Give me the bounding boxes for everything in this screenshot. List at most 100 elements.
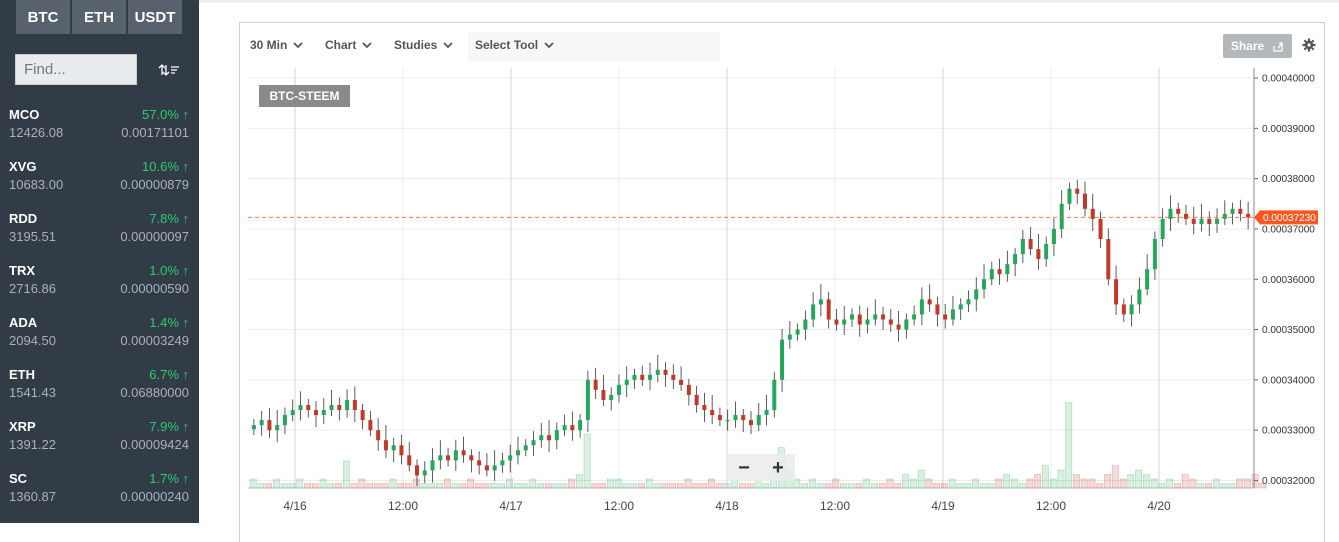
top-border (199, 0, 1339, 3)
volume-bar (350, 483, 358, 489)
coin-name: XRP (9, 419, 36, 434)
volume-bar (855, 483, 863, 489)
candle-body (881, 314, 886, 320)
volume-bar (638, 483, 645, 489)
volume-bar (956, 483, 964, 489)
candle-body (438, 455, 443, 461)
list-item[interactable]: ETH 1541.43 6.7% ↑ 0.06880000 (0, 367, 199, 419)
candle-body (1013, 254, 1018, 265)
candle-body (1059, 203, 1064, 229)
volume-bar (1174, 483, 1181, 489)
coin-name: TRX (9, 263, 35, 278)
list-item[interactable]: MCO 12426.08 57.0% ↑ 0.00171101 (0, 107, 199, 159)
volume-bar (979, 483, 987, 489)
volume-bar (739, 483, 746, 489)
candle-body (888, 319, 893, 325)
coin-price: 0.00003249 (120, 333, 189, 348)
volume-bar (381, 483, 389, 489)
candle-body (624, 379, 629, 385)
share-icon (1273, 41, 1283, 52)
market-sidebar: BTC ETH USDT MCO 12426.08 57.0% ↑ 0.0017110… (0, 0, 199, 523)
coin-name: RDD (9, 211, 38, 226)
list-item[interactable]: TRX 2716.86 1.0% ↑ 0.00000590 (0, 263, 199, 315)
tab-btc[interactable]: BTC (16, 0, 70, 34)
volume-bar (1142, 474, 1150, 489)
volume-bar (1243, 478, 1251, 489)
candle-body (321, 410, 326, 416)
candle-body (904, 319, 909, 330)
interval-dropdown[interactable]: 30 Min (250, 38, 303, 52)
candle-body (259, 420, 264, 426)
volume-bar (296, 478, 304, 489)
candle-body (531, 440, 536, 446)
volume-bar (249, 478, 257, 489)
candle-body (648, 374, 653, 380)
volume-bar (707, 478, 715, 489)
sort-icon[interactable] (158, 62, 180, 78)
tab-usdt[interactable]: USDT (128, 0, 182, 34)
tab-eth[interactable]: ETH (72, 0, 126, 34)
list-item[interactable]: SC 1360.87 1.7% ↑ 0.00000240 (0, 471, 199, 523)
volume-bar (1150, 478, 1158, 489)
chart-type-dropdown[interactable]: Chart (325, 38, 372, 52)
coin-price: 0.00000879 (120, 177, 189, 192)
list-item[interactable]: ADA 2094.50 1.4% ↑ 0.00003249 (0, 315, 199, 367)
list-item[interactable]: XVG 10683.00 10.6% ↑ 0.00000879 (0, 159, 199, 211)
volume-bar (1026, 478, 1034, 489)
candle-body (1222, 213, 1227, 219)
price-chart[interactable]: 0.00040000 0.00039000 0.00038000 0.00037000… (248, 68, 1330, 520)
volume-bar (933, 483, 941, 489)
volume-bar (311, 483, 319, 489)
studies-dropdown[interactable]: Studies (394, 38, 453, 52)
zoom-out-button[interactable]: − (738, 458, 750, 478)
candle-body (1168, 208, 1173, 219)
chevron-down-icon (544, 41, 554, 48)
volume-bar (428, 483, 436, 489)
volume-bar (902, 474, 910, 489)
volume-bar (653, 483, 661, 489)
volume-bar (917, 469, 925, 489)
volume-bar (847, 483, 855, 489)
candle-body (1183, 213, 1188, 219)
volume-bar (645, 478, 653, 489)
volume-bar (840, 483, 847, 489)
volume-bar (676, 483, 684, 489)
candle-body (547, 435, 552, 441)
gear-icon[interactable] (1302, 38, 1316, 52)
candle-body (352, 399, 357, 411)
y-tick-label: 0.00040000 (1262, 74, 1315, 85)
search-input[interactable] (15, 54, 137, 85)
candle-body (345, 399, 350, 411)
zoom-in-button[interactable]: + (772, 458, 784, 478)
volume-bar (405, 483, 412, 489)
candle-body (702, 405, 707, 411)
candle-body (811, 304, 816, 320)
candle-body (1137, 289, 1142, 305)
volume-bar (1073, 474, 1080, 489)
candle-body (562, 425, 567, 431)
share-button[interactable]: Share (1223, 34, 1292, 58)
volume-bar (451, 483, 459, 489)
volume-bar (257, 483, 265, 489)
candle-body (1199, 218, 1204, 224)
coin-price: 0.00000097 (120, 229, 189, 244)
list-item[interactable]: XRP 1391.22 7.9% ↑ 0.00009424 (0, 419, 199, 471)
candle-body (966, 299, 971, 305)
candle-body (461, 450, 466, 456)
volume-bar (715, 483, 723, 489)
candle-body (609, 394, 614, 400)
volume-bar (335, 483, 343, 489)
candle-body (772, 379, 777, 411)
candle-body (834, 319, 839, 325)
volume-bar (972, 478, 979, 489)
candle-body (919, 299, 924, 315)
candle-body (865, 319, 870, 325)
volume-bar (1259, 483, 1267, 489)
candle-body (570, 425, 575, 431)
list-item[interactable]: RDD 3195.51 7.8% ↑ 0.00000097 (0, 211, 199, 263)
candle-body (306, 405, 311, 411)
candle-body (1067, 188, 1072, 204)
select-tool-dropdown[interactable]: Select Tool (475, 38, 554, 52)
last-price-label: 0.00037230 (1263, 213, 1316, 224)
coin-change: 6.7% ↑ (149, 367, 189, 382)
